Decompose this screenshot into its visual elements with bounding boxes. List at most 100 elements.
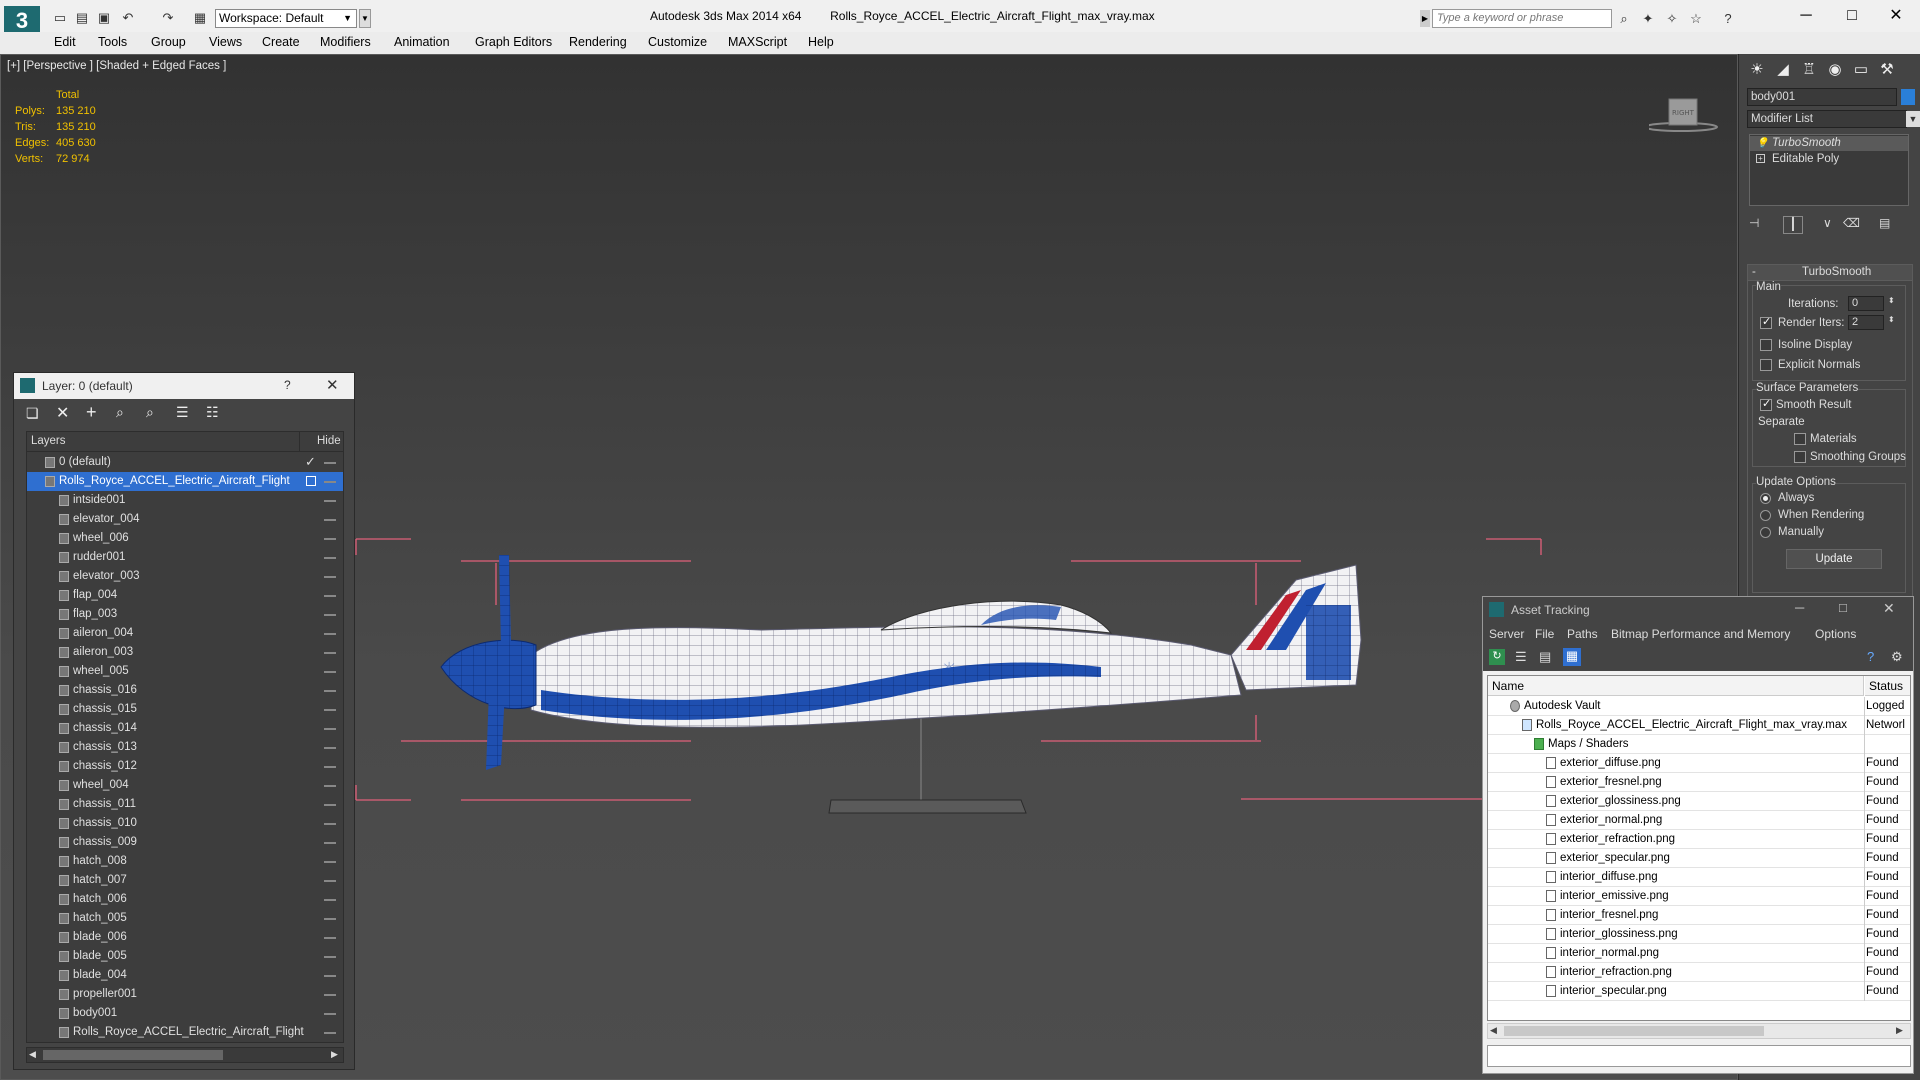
object-row[interactable]: rudder001 <box>27 548 343 567</box>
layer-row[interactable]: 0 (default) ✓ <box>27 453 343 472</box>
menu-group[interactable]: Group <box>151 35 186 49</box>
hide-all-icon[interactable]: ☰ <box>176 404 189 421</box>
hide-toggle[interactable] <box>324 861 336 863</box>
pin-stack-icon[interactable]: ⊣ <box>1749 216 1759 230</box>
hide-toggle[interactable] <box>324 1013 336 1015</box>
object-row[interactable]: elevator_003 <box>27 567 343 586</box>
project-folder-icon[interactable]: ▦ <box>192 10 208 26</box>
menu-customize[interactable]: Customize <box>648 35 707 49</box>
asset-row[interactable]: exterior_fresnel.png Found <box>1488 773 1910 792</box>
asset-row[interactable]: exterior_diffuse.png Found <box>1488 754 1910 773</box>
object-color-swatch[interactable] <box>1901 89 1915 105</box>
object-row[interactable]: intside001 <box>27 491 343 510</box>
viewcube[interactable]: RIGHT <box>1644 95 1718 135</box>
aircraft-model[interactable]: ☼ <box>341 455 1571 835</box>
object-row[interactable]: blade_006 <box>27 928 343 947</box>
hide-toggle[interactable] <box>324 956 336 958</box>
asset-row[interactable]: interior_fresnel.png Found <box>1488 906 1910 925</box>
thumbnail-view-icon[interactable]: ▤ <box>1539 649 1551 665</box>
make-unique-icon[interactable]: ∨ <box>1823 216 1832 230</box>
hide-toggle[interactable] <box>324 842 336 844</box>
close-button[interactable]: ✕ <box>1883 600 1895 617</box>
asset-row[interactable]: interior_specular.png Found <box>1488 982 1910 1001</box>
workspace-menu-arrow-icon[interactable]: ▼ <box>359 9 371 28</box>
subscription-icon[interactable]: ✦ <box>1640 11 1656 27</box>
spinner-arrows-icon[interactable]: ⬍ <box>1888 296 1895 305</box>
hide-toggle[interactable] <box>324 880 336 882</box>
minimize-button[interactable]: ─ <box>1786 4 1826 28</box>
smoothing-groups-checkbox[interactable] <box>1794 451 1806 463</box>
column-name[interactable]: Name <box>1488 676 1864 696</box>
horizontal-scrollbar[interactable]: ◀ ▶ <box>26 1047 344 1063</box>
asset-path-field[interactable] <box>1487 1045 1911 1067</box>
hide-toggle[interactable] <box>324 785 336 787</box>
scroll-thumb[interactable] <box>43 1050 223 1060</box>
horizontal-scrollbar[interactable]: ◀ ▶ <box>1487 1023 1911 1039</box>
hide-toggle[interactable] <box>324 747 336 749</box>
iterations-spinner[interactable]: 0 <box>1848 296 1884 311</box>
object-row[interactable]: hatch_005 <box>27 909 343 928</box>
menu-paths[interactable]: Paths <box>1567 627 1598 641</box>
object-row[interactable]: chassis_010 <box>27 814 343 833</box>
table-view-icon[interactable]: ▦ <box>1563 648 1581 666</box>
favorites-star-icon[interactable]: ☆ <box>1688 11 1704 27</box>
render-iters-spinner[interactable]: 2 <box>1848 315 1884 330</box>
scroll-right-icon[interactable]: ▶ <box>331 1049 338 1060</box>
delete-layer-icon[interactable]: ✕ <box>56 403 69 423</box>
asset-row[interactable]: interior_refraction.png Found <box>1488 963 1910 982</box>
asset-row[interactable]: exterior_glossiness.png Found <box>1488 792 1910 811</box>
spinner-arrows-icon[interactable]: ⬍ <box>1888 315 1895 324</box>
menu-graph-editors[interactable]: Graph Editors <box>475 35 552 49</box>
asset-row[interactable]: exterior_refraction.png Found <box>1488 830 1910 849</box>
menu-create[interactable]: Create <box>262 35 300 49</box>
stack-item-turbosmooth[interactable]: 💡 TurboSmooth <box>1750 136 1908 151</box>
save-icon[interactable]: ▣ <box>96 10 112 26</box>
hide-toggle[interactable] <box>324 557 336 559</box>
new-file-icon[interactable]: ▭ <box>52 10 68 26</box>
hide-toggle[interactable] <box>324 975 336 977</box>
asset-row[interactable]: interior_glossiness.png Found <box>1488 925 1910 944</box>
menu-modifiers[interactable]: Modifiers <box>320 35 371 49</box>
object-row[interactable]: hatch_008 <box>27 852 343 871</box>
layer-row[interactable]: Rolls_Royce_ACCEL_Electric_Aircraft_Flig… <box>27 472 343 491</box>
always-radio[interactable] <box>1760 493 1771 504</box>
menu-file[interactable]: File <box>1535 627 1554 641</box>
rollout-header[interactable]: - TurboSmooth <box>1748 265 1912 281</box>
help-icon[interactable]: ? <box>1867 649 1874 664</box>
current-layer-check-icon[interactable]: ✓ <box>305 454 316 470</box>
column-status[interactable]: Status <box>1865 676 1910 696</box>
communication-icon[interactable]: ✧ <box>1664 11 1680 27</box>
explicit-normals-checkbox[interactable] <box>1760 359 1772 371</box>
hide-toggle[interactable] <box>324 823 336 825</box>
highlight-layer-icon[interactable]: ⌕ <box>146 404 154 421</box>
add-to-layer-icon[interactable]: + <box>86 402 97 423</box>
minimize-button[interactable]: ─ <box>1795 600 1804 615</box>
make-current-box-icon[interactable] <box>306 476 316 486</box>
hide-toggle[interactable] <box>324 500 336 502</box>
object-row[interactable]: flap_003 <box>27 605 343 624</box>
scroll-right-icon[interactable]: ▶ <box>1896 1025 1903 1036</box>
hide-toggle[interactable] <box>324 899 336 901</box>
redo-icon[interactable]: ↷ <box>160 10 176 26</box>
asset-row[interactable]: interior_diffuse.png Found <box>1488 868 1910 887</box>
layer-window-titlebar[interactable]: Layer: 0 (default) ? ✕ <box>14 373 354 399</box>
menu-tools[interactable]: Tools <box>98 35 127 49</box>
menu-views[interactable]: Views <box>209 35 242 49</box>
object-row[interactable]: chassis_009 <box>27 833 343 852</box>
menu-options[interactable]: Options <box>1815 627 1856 641</box>
object-row[interactable]: chassis_013 <box>27 738 343 757</box>
menu-server[interactable]: Server <box>1489 627 1524 641</box>
asset-row[interactable]: exterior_specular.png Found <box>1488 849 1910 868</box>
scroll-left-icon[interactable]: ◀ <box>29 1049 36 1060</box>
hide-toggle[interactable] <box>324 994 336 996</box>
workspace-dropdown[interactable]: Workspace: Default ▼ <box>215 9 357 28</box>
object-row[interactable]: propeller001 <box>27 985 343 1004</box>
object-row[interactable]: chassis_012 <box>27 757 343 776</box>
smooth-result-checkbox[interactable] <box>1760 397 1772 411</box>
menu-edit[interactable]: Edit <box>54 35 76 49</box>
expand-icon[interactable]: + <box>1756 154 1765 163</box>
column-hide[interactable]: Hide <box>317 435 341 447</box>
object-row[interactable]: hatch_006 <box>27 890 343 909</box>
menu-animation[interactable]: Animation <box>394 35 450 49</box>
search-input[interactable]: Type a keyword or phrase <box>1432 9 1612 28</box>
